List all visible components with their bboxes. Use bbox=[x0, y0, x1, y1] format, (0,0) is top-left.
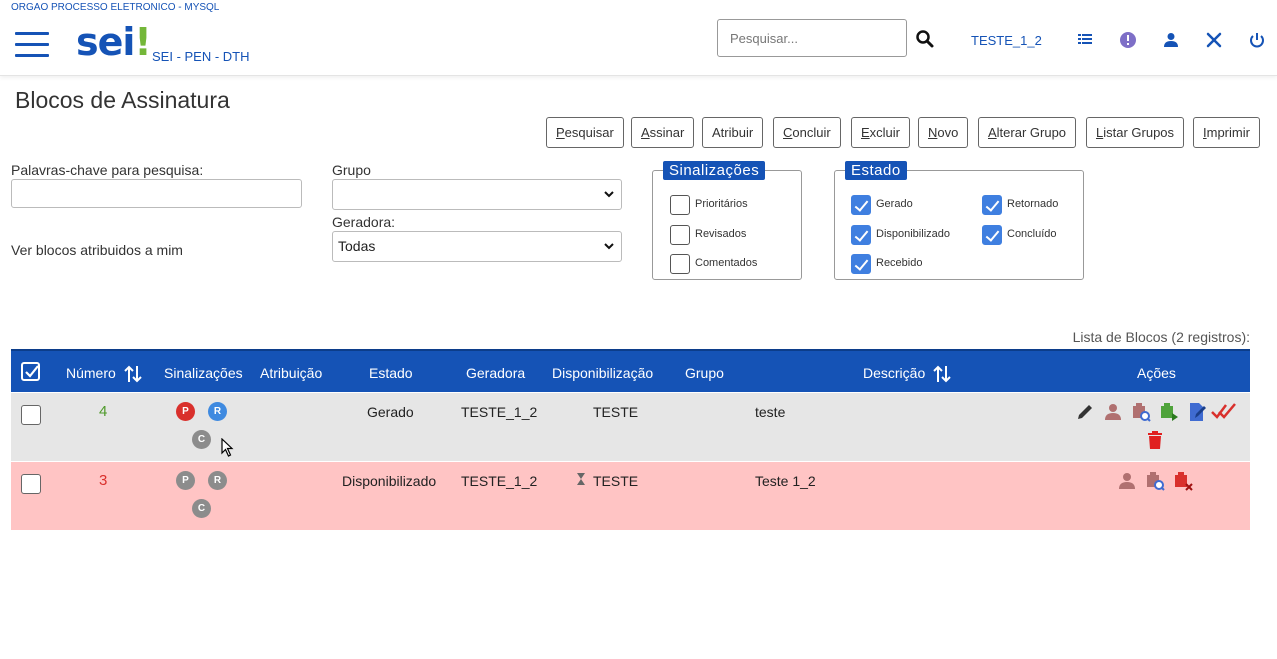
select-all-checkbox-icon[interactable] bbox=[21, 362, 41, 382]
disponibilizado-label: Disponibilizado bbox=[876, 228, 950, 240]
tools-icon[interactable] bbox=[1205, 31, 1223, 49]
row-descricao: teste bbox=[755, 404, 786, 420]
col-descricao[interactable]: Descrição bbox=[863, 365, 925, 381]
consultar-bloco-icon[interactable] bbox=[1131, 402, 1151, 422]
badge-comentado[interactable]: C bbox=[192, 499, 211, 518]
revisados-checkbox[interactable] bbox=[670, 225, 690, 245]
retornado-label: Retornado bbox=[1007, 198, 1059, 210]
pesquisar-button[interactable]: Pesquisar bbox=[546, 117, 624, 148]
row-geradora: TESTE_1_2 bbox=[461, 473, 538, 489]
cancelar-disponibilizacao-icon[interactable] bbox=[1173, 471, 1193, 491]
sinalizacoes-legend: Sinalizações bbox=[663, 161, 766, 180]
edit-pencil-icon[interactable] bbox=[1075, 402, 1095, 422]
row-estado: Gerado bbox=[367, 404, 414, 420]
row-numero[interactable]: 3 bbox=[99, 472, 107, 489]
excluir-button[interactable]: Excluir bbox=[851, 117, 911, 148]
table-header: Número Sinalizações Atribuição Estado Ge… bbox=[11, 349, 1250, 392]
disponibilizado-checkbox[interactable] bbox=[851, 225, 871, 245]
estado-legend: Estado bbox=[845, 161, 907, 180]
table-caption: Lista de Blocos (2 registros): bbox=[1072, 329, 1250, 345]
geradora-label: Geradora: bbox=[332, 214, 396, 230]
badge-revisado[interactable]: R bbox=[208, 471, 227, 490]
chevron-down-icon bbox=[604, 191, 614, 198]
imprimir-button[interactable]: Imprimir bbox=[1193, 117, 1260, 148]
col-disponibilizacao: Disponibilização bbox=[552, 365, 654, 381]
gerado-checkbox[interactable] bbox=[851, 195, 871, 215]
power-icon[interactable] bbox=[1248, 31, 1266, 49]
row-geradora: TESTE_1_2 bbox=[461, 404, 538, 420]
prioritarios-label: Prioritários bbox=[695, 198, 748, 210]
grupo-select[interactable] bbox=[332, 179, 622, 210]
table-row[interactable]: 4 P R C Gerado TESTE_1_2 TESTE teste bbox=[11, 393, 1250, 461]
row-disponibilizacao: TESTE bbox=[593, 404, 639, 420]
sinalizacoes-fieldset: Sinalizações Prioritários Revisados Come… bbox=[652, 161, 802, 280]
novo-button[interactable]: Novo bbox=[918, 117, 969, 148]
row-estado: Disponibilizado bbox=[342, 473, 437, 489]
search-input[interactable] bbox=[717, 19, 907, 57]
row-checkbox[interactable] bbox=[21, 474, 41, 494]
top-header: ORGAO PROCESSO ELETRONICO - MYSQL sei! S… bbox=[0, 0, 1277, 76]
concluir-button[interactable]: Concluir bbox=[773, 117, 841, 148]
chevron-down-icon bbox=[604, 243, 614, 250]
info-icon[interactable] bbox=[1119, 31, 1137, 49]
ver-atribuidos-link[interactable]: Ver blocos atribuidos a mim bbox=[11, 242, 183, 258]
comentados-label: Comentados bbox=[695, 257, 758, 269]
sort-icon[interactable] bbox=[123, 364, 143, 384]
col-atribuicao: Atribuição bbox=[260, 365, 323, 381]
keywords-input[interactable] bbox=[11, 179, 302, 208]
row-numero[interactable]: 4 bbox=[99, 403, 107, 420]
row-checkbox[interactable] bbox=[21, 405, 41, 425]
page-title: Blocos de Assinatura bbox=[15, 87, 230, 113]
concluido-checkbox[interactable] bbox=[982, 225, 1002, 245]
sort-icon[interactable] bbox=[932, 364, 952, 384]
hourglass-icon bbox=[577, 473, 585, 485]
col-estado: Estado bbox=[369, 365, 413, 381]
consultar-bloco-icon[interactable] bbox=[1145, 471, 1165, 491]
user-icon[interactable] bbox=[1162, 31, 1180, 49]
assinar-button[interactable]: Assinar bbox=[631, 117, 695, 148]
grupo-label: Grupo bbox=[332, 162, 371, 178]
search-icon[interactable] bbox=[915, 29, 935, 49]
badge-comentado[interactable]: C bbox=[192, 430, 211, 449]
col-acoes: Ações bbox=[1137, 365, 1176, 381]
disponibilizar-icon[interactable] bbox=[1159, 402, 1179, 422]
sei-logo[interactable]: sei! bbox=[76, 20, 152, 64]
badge-prioritario[interactable]: P bbox=[176, 402, 195, 421]
estado-fieldset: Estado Gerado Retornado Disponibilizado … bbox=[834, 161, 1084, 280]
keywords-label: Palavras-chave para pesquisa: bbox=[11, 162, 204, 178]
recebido-label: Recebido bbox=[876, 257, 923, 269]
col-geradora: Geradora bbox=[466, 365, 526, 381]
row-disponibilizacao: TESTE bbox=[593, 473, 639, 489]
gerado-label: Gerado bbox=[876, 198, 913, 210]
recebido-checkbox[interactable] bbox=[851, 254, 871, 274]
concluido-label: Concluído bbox=[1007, 228, 1057, 240]
trash-icon[interactable] bbox=[1145, 430, 1165, 450]
mouse-cursor-icon bbox=[221, 438, 234, 457]
unit-selector[interactable]: TESTE_1_2 bbox=[971, 33, 1042, 48]
row-descricao: Teste 1_2 bbox=[755, 473, 816, 489]
list-icon[interactable] bbox=[1076, 31, 1094, 49]
geradora-select[interactable]: Todas bbox=[332, 231, 622, 262]
org-label: ORGAO PROCESSO ELETRONICO - MYSQL bbox=[11, 2, 220, 13]
retornado-checkbox[interactable] bbox=[982, 195, 1002, 215]
atribuir-button[interactable]: Atribuir bbox=[702, 117, 764, 148]
col-numero[interactable]: Número bbox=[66, 365, 116, 381]
alterar-grupo-button[interactable]: Alterar Grupo bbox=[978, 117, 1077, 148]
atribuir-user-icon[interactable] bbox=[1103, 402, 1123, 422]
table-row[interactable]: 3 P R C Disponibilizado TESTE_1_2 TESTE … bbox=[11, 462, 1250, 530]
concluir-check-icon[interactable] bbox=[1211, 401, 1237, 421]
col-sinalizacoes: Sinalizações bbox=[164, 365, 243, 381]
listar-grupos-button[interactable]: Listar Grupos bbox=[1086, 117, 1185, 148]
comentados-checkbox[interactable] bbox=[670, 254, 690, 274]
revisados-label: Revisados bbox=[695, 228, 747, 240]
col-grupo: Grupo bbox=[685, 365, 724, 381]
system-subtitle: SEI - PEN - DTH bbox=[152, 49, 250, 64]
badge-revisado[interactable]: R bbox=[208, 402, 227, 421]
atribuir-user-icon[interactable] bbox=[1117, 471, 1137, 491]
assinar-documento-icon[interactable] bbox=[1187, 402, 1207, 422]
badge-prioritario[interactable]: P bbox=[176, 471, 195, 490]
menu-icon[interactable] bbox=[15, 32, 49, 60]
prioritarios-checkbox[interactable] bbox=[670, 195, 690, 215]
